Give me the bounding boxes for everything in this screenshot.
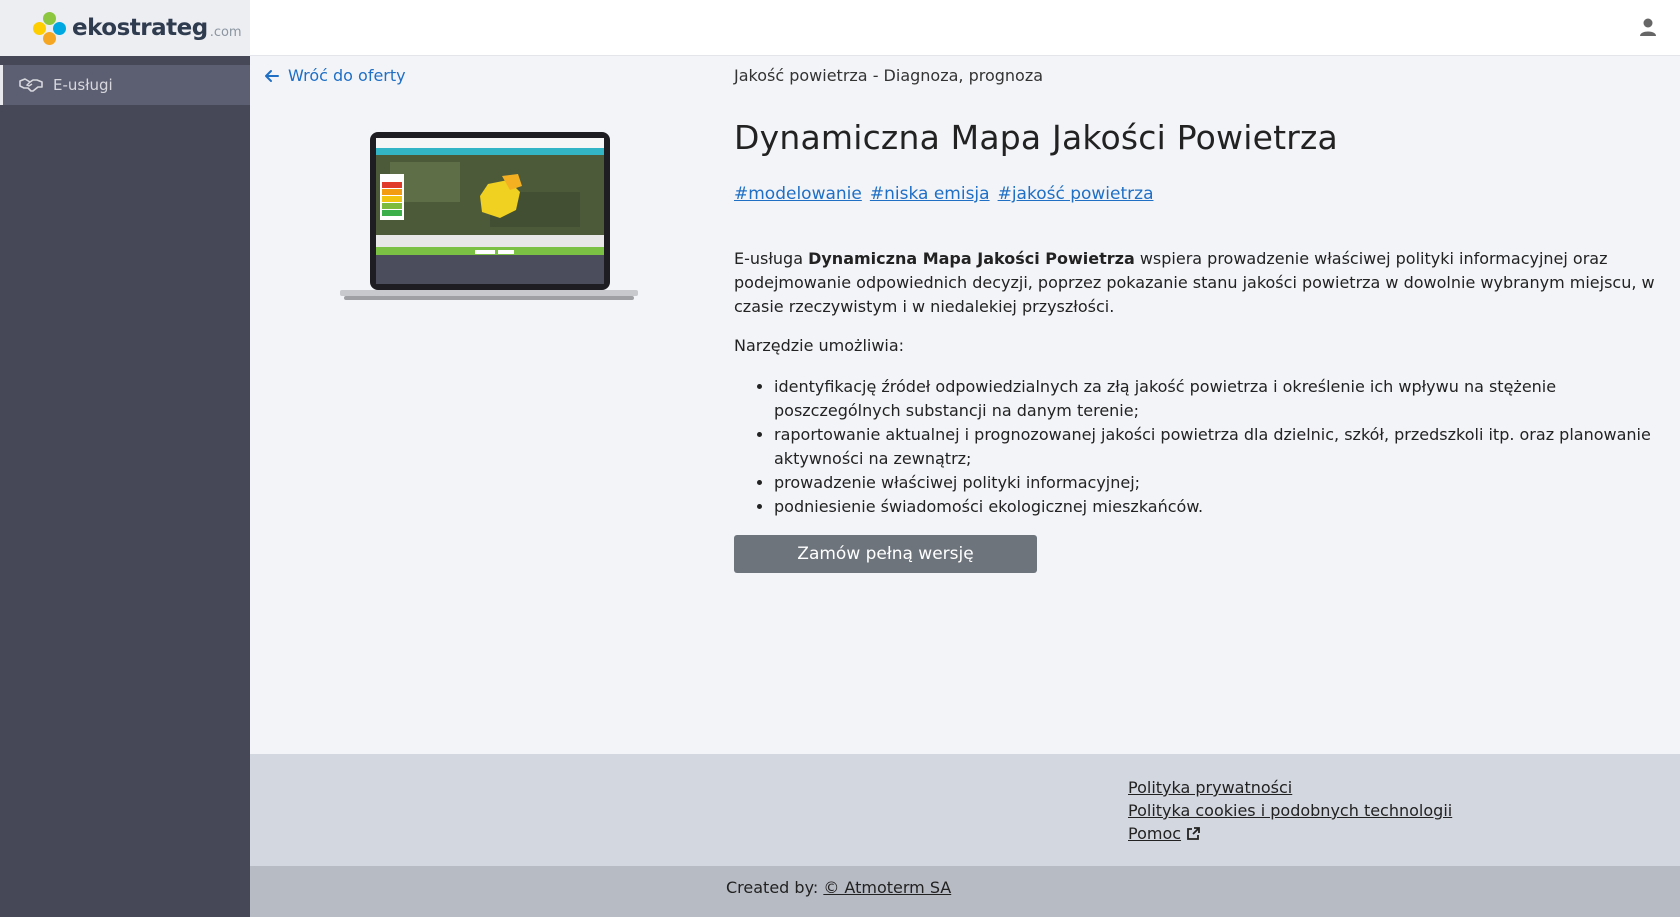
service-description: E-usługa Dynamiczna Mapa Jakości Powietr… (734, 247, 1659, 319)
credits-prefix: Created by: (726, 878, 824, 897)
list-item: prowadzenie właściwej polityki informacy… (774, 471, 1659, 495)
feature-list: identyfikację źródeł odpowiedzialnych za… (774, 375, 1659, 519)
sidebar-item-label: E-usługi (53, 76, 113, 94)
logo[interactable]: ekostrateg .com (0, 0, 250, 56)
sidebar: ekostrateg .com E-usługi (0, 0, 250, 917)
tag-list: #modelowanie #niska emisja #jakość powie… (734, 184, 1153, 204)
credits: Created by: © Atmoterm SA (726, 878, 951, 897)
atmoterm-link[interactable]: © Atmoterm SA (823, 878, 951, 897)
list-item: podniesienie świadomości ekologicznej mi… (774, 495, 1659, 519)
product-laptop-image (340, 132, 638, 302)
help-link[interactable]: Pomoc (1128, 824, 1452, 843)
external-link-icon (1185, 826, 1201, 842)
footer (250, 754, 1680, 866)
list-item: raportowanie aktualnej i prognozowanej j… (774, 423, 1659, 471)
back-link-label: Wróć do oferty (288, 66, 406, 85)
sidebar-item-e-uslugi[interactable]: E-usługi (0, 65, 250, 105)
top-bar (250, 0, 1680, 56)
footer-links: Polityka prywatności Polityka cookies i … (1128, 778, 1452, 843)
cookie-policy-link[interactable]: Polityka cookies i podobnych technologii (1128, 801, 1452, 820)
user-icon[interactable] (1638, 17, 1658, 37)
tag-niska-emisja[interactable]: #niska emisja (870, 184, 990, 204)
tool-intro: Narzędzie umożliwia: (734, 336, 905, 355)
tag-jakosc-powietrza[interactable]: #jakość powietrza (998, 184, 1154, 204)
logo-suffix: .com (209, 24, 242, 40)
description-prefix: E-usługa (734, 249, 809, 268)
logo-mark-icon (32, 10, 68, 46)
breadcrumb: Jakość powietrza - Diagnoza, prognoza (734, 66, 1044, 85)
order-full-version-button[interactable]: Zamów pełną wersję (734, 535, 1037, 573)
logo-text: ekostrateg (72, 15, 208, 41)
description-service-name: Dynamiczna Mapa Jakości Powietrza (808, 249, 1135, 268)
privacy-policy-link[interactable]: Polityka prywatności (1128, 778, 1452, 797)
list-item: identyfikację źródeł odpowiedzialnych za… (774, 375, 1659, 423)
footer-bottom-bar (250, 866, 1680, 917)
arrow-left-icon (264, 68, 280, 84)
help-link-label: Pomoc (1128, 824, 1182, 843)
back-to-offer-link[interactable]: Wróć do oferty (264, 66, 406, 85)
handshake-icon (19, 76, 43, 94)
tag-modelowanie[interactable]: #modelowanie (734, 184, 862, 204)
page-title: Dynamiczna Mapa Jakości Powietrza (734, 118, 1338, 157)
